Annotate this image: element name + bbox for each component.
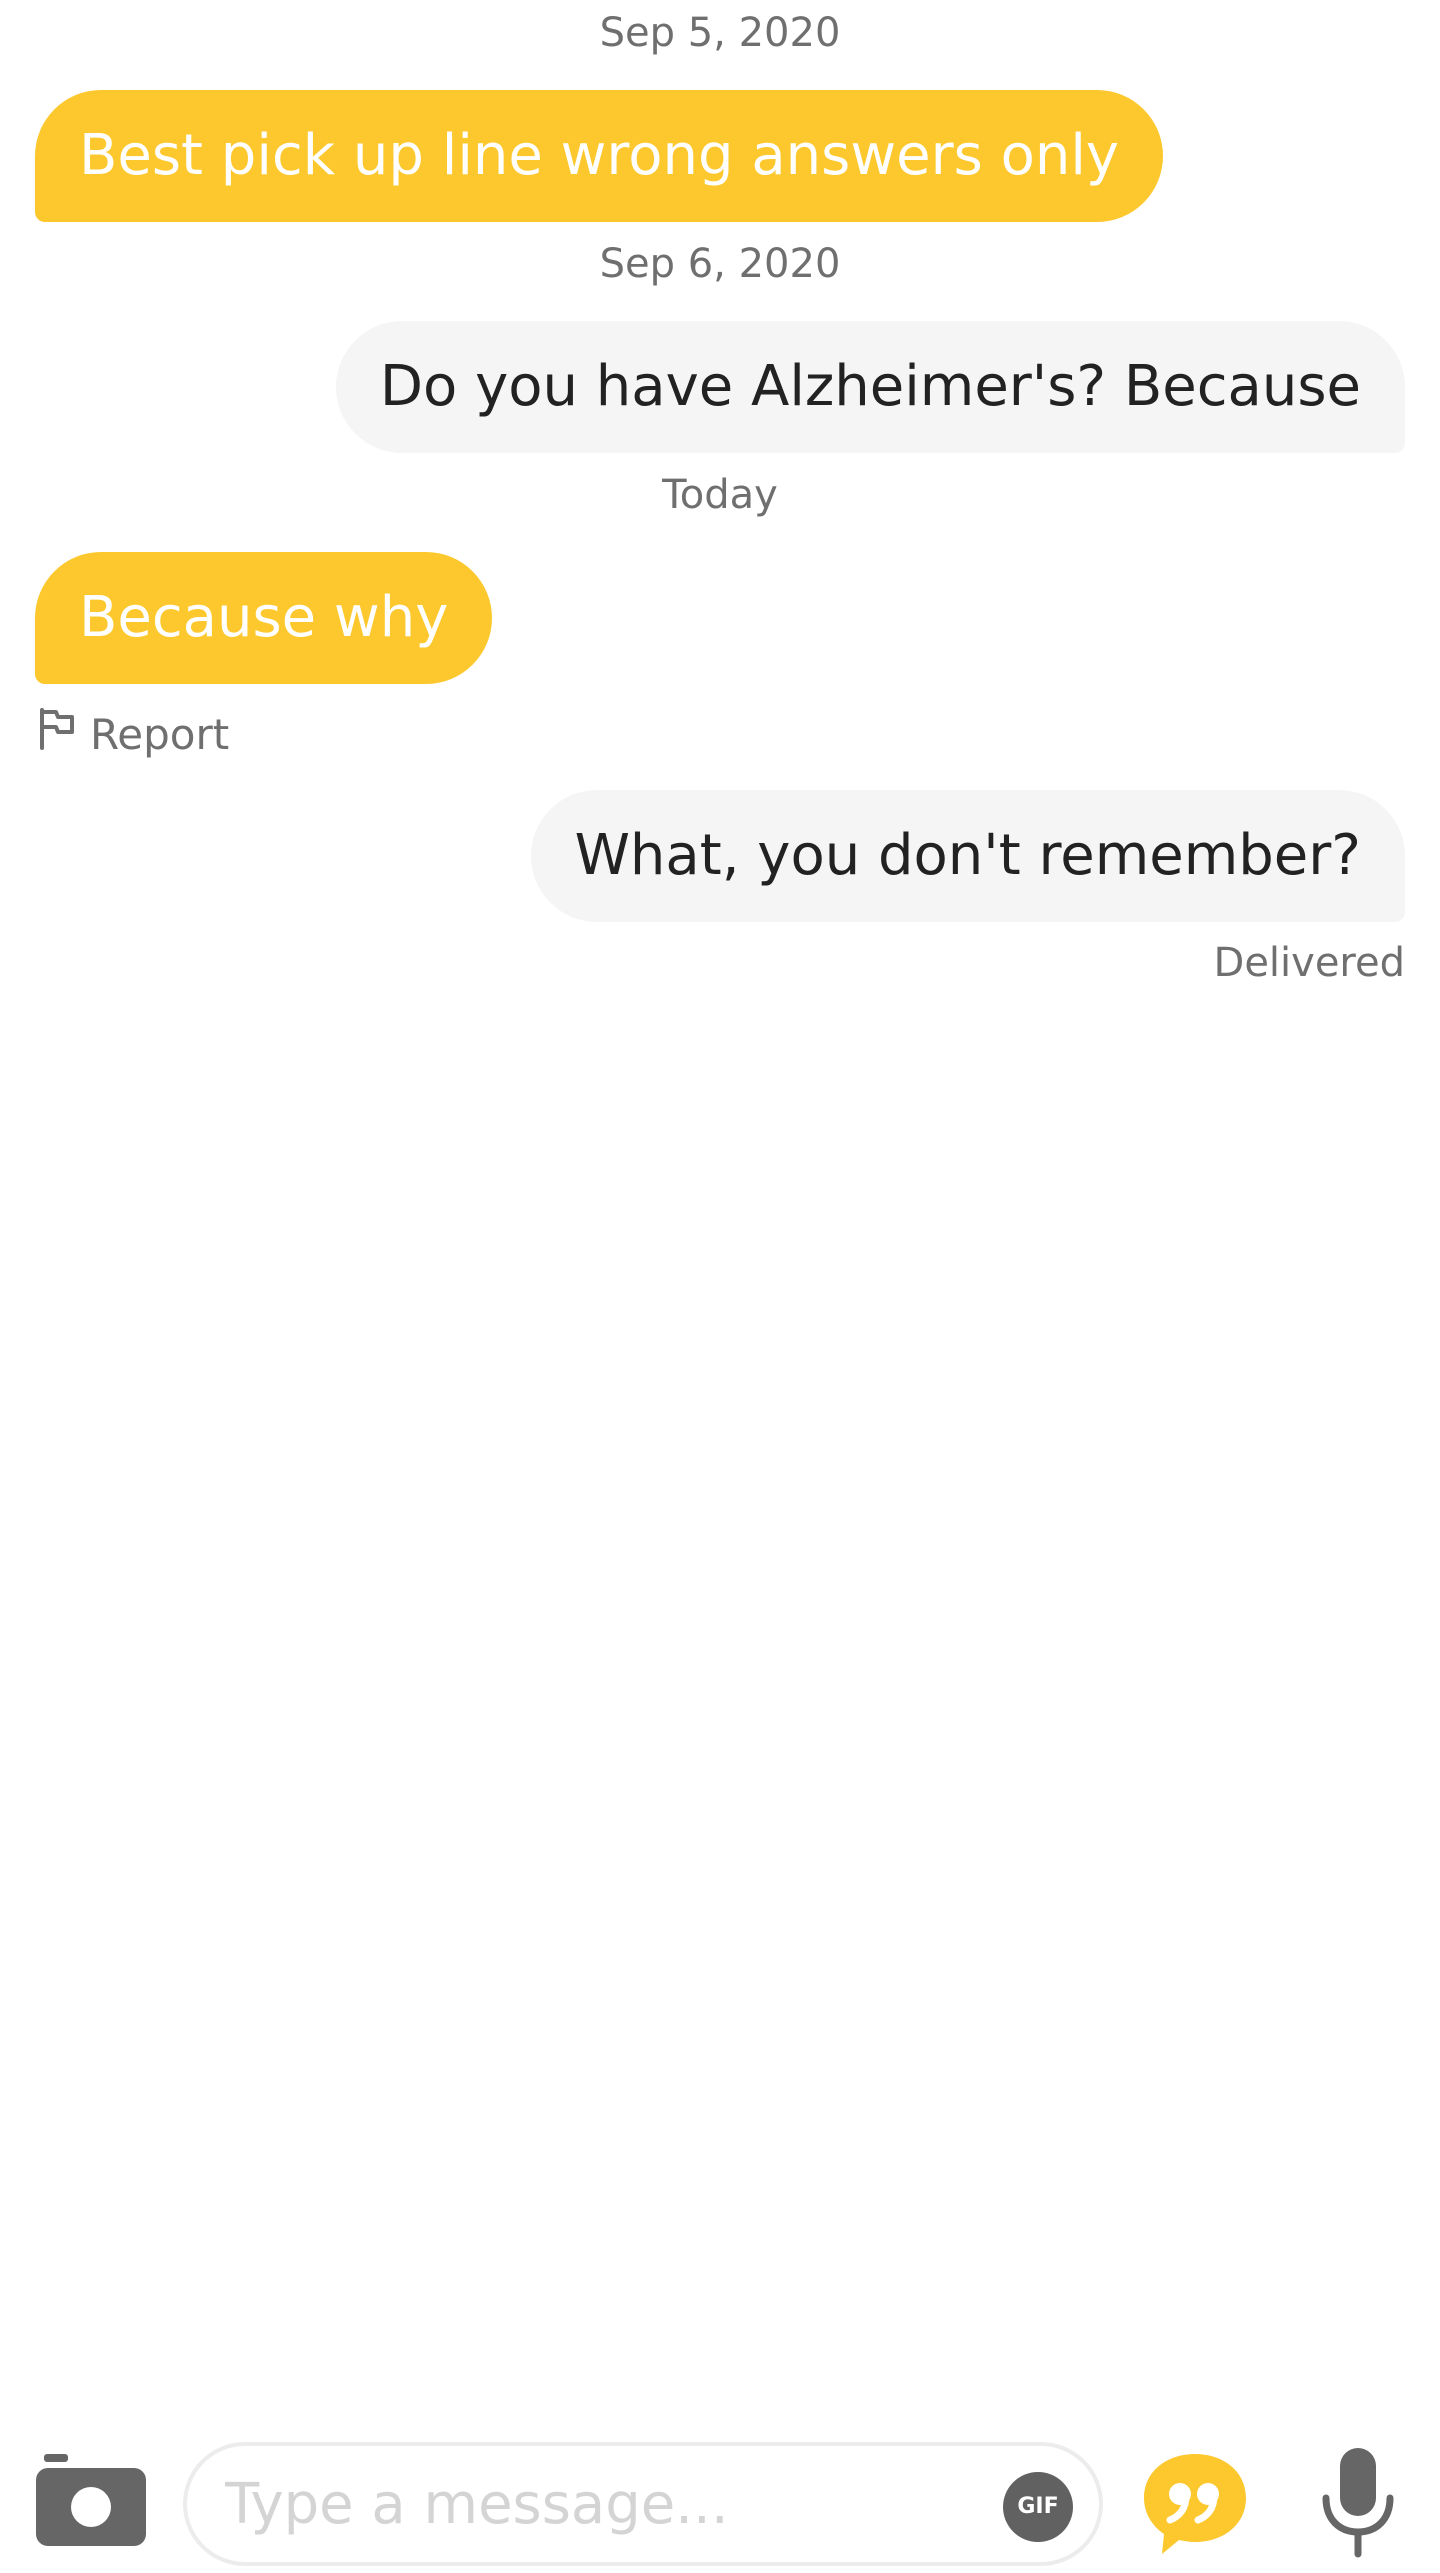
flag-icon — [38, 708, 76, 760]
quote-button[interactable] — [1140, 2448, 1250, 2558]
message-input-wrapper: GIF — [183, 2442, 1103, 2566]
microphone-button[interactable] — [1318, 2444, 1398, 2560]
report-label: Report — [90, 709, 230, 759]
message-composer: GIF — [0, 2430, 1440, 2573]
outgoing-message-bubble[interactable]: What, you don't remember? — [530, 790, 1405, 922]
microphone-icon — [1318, 2448, 1398, 2564]
delivery-status: Delivered — [1213, 940, 1405, 986]
camera-icon — [36, 2454, 146, 2552]
incoming-message-bubble[interactable]: Because why — [35, 552, 493, 684]
message-input[interactable] — [225, 2464, 965, 2544]
gif-button[interactable]: GIF — [1003, 2472, 1073, 2542]
date-separator: Sep 5, 2020 — [599, 10, 841, 56]
quote-icon — [1140, 2454, 1250, 2562]
date-separator: Today — [662, 472, 778, 518]
report-button[interactable]: Report — [38, 706, 229, 762]
outgoing-message-bubble[interactable]: Do you have Alzheimer's? Because — [335, 321, 1405, 453]
camera-button[interactable] — [36, 2452, 146, 2548]
date-separator: Sep 6, 2020 — [599, 241, 841, 287]
incoming-message-bubble[interactable]: Best pick up line wrong answers only — [35, 90, 1164, 222]
